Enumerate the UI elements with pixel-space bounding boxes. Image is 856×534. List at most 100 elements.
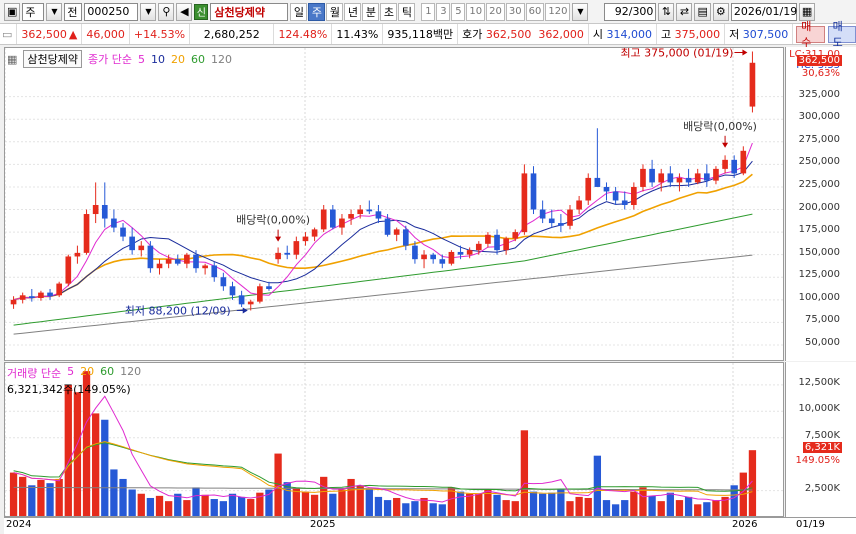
volume-bar <box>110 469 118 516</box>
price-chart-canvas[interactable]: 최고 375,000 (01/19) 최저 88,200 (12/09) 배당락(0… <box>5 48 784 361</box>
candle-body <box>238 295 245 305</box>
gear-icon[interactable]: ⚙ <box>712 2 729 21</box>
candle-body <box>202 265 208 269</box>
price-chart-panel[interactable]: 최고 375,000 (01/19) 최저 88,200 (12/09) 배당락(0… <box>4 47 784 361</box>
sell-button[interactable]: 매도 <box>827 20 856 49</box>
candle-body <box>649 168 655 183</box>
candle-body <box>548 218 555 224</box>
volume-bar <box>411 501 419 516</box>
panel-menu-icon[interactable]: ▦ <box>7 53 17 66</box>
up-arrow-icon: ▲ <box>68 27 78 41</box>
price-tick-label: 250,000 <box>798 156 840 168</box>
ma120-label: 120 <box>211 52 232 66</box>
volume-tick-label: 10,000K <box>798 403 840 415</box>
stock-name: 삼천당제약 <box>210 2 289 21</box>
market-dropdown-icon[interactable]: ▼ <box>46 2 63 21</box>
period-tab[interactable]: 초 <box>380 2 398 21</box>
chart-window-icon[interactable]: ▣ <box>4 2 21 21</box>
tick-button[interactable]: 3 <box>436 2 451 21</box>
stock-code-input[interactable]: 000250 <box>84 2 139 21</box>
candle-body <box>521 173 528 233</box>
price-tick-label: 175,000 <box>798 224 840 236</box>
tick-button[interactable]: 5 <box>451 2 466 21</box>
type-select[interactable]: 전 <box>64 2 83 21</box>
candle-body <box>92 205 99 215</box>
volume-bar <box>466 493 474 516</box>
date-label-2026: 2026 <box>732 519 758 530</box>
tick-button[interactable]: 1 <box>421 2 436 21</box>
candle-body <box>74 252 81 257</box>
code-dropdown-icon[interactable]: ▼ <box>140 2 157 21</box>
candle-body <box>475 243 482 251</box>
volume-bar <box>247 499 255 516</box>
search-icon[interactable]: ⚲ <box>158 2 175 21</box>
period-tab[interactable]: 틱 <box>398 2 416 21</box>
turnover-rate: 11.43% <box>332 24 384 44</box>
fetch-icon[interactable]: ⇅ <box>658 2 675 21</box>
candle-body <box>704 173 710 181</box>
volume-bar <box>456 491 465 516</box>
ma20-label: 20 <box>171 52 185 66</box>
credit-badge: 신 <box>194 3 209 20</box>
high-value: 375,000 <box>674 27 721 41</box>
volume-bar <box>475 493 483 516</box>
volume-bar <box>511 501 519 516</box>
candle-body <box>567 209 573 226</box>
volume-bar <box>684 496 693 516</box>
period-tab[interactable]: 분 <box>362 2 380 21</box>
candle-body <box>366 209 373 212</box>
volume-bar <box>703 502 711 516</box>
candle-body <box>293 241 300 255</box>
tick-button[interactable]: 30 <box>505 2 525 21</box>
period-tab[interactable]: 주 <box>308 2 326 21</box>
tick-button[interactable]: 10 <box>466 2 486 21</box>
candle-body <box>247 301 254 305</box>
volume-bar <box>602 500 611 516</box>
period-tab[interactable]: 월 <box>326 2 344 21</box>
quote-checkbox-icon[interactable]: ▭ <box>0 24 18 44</box>
volume-bar <box>329 493 337 516</box>
volume-bar <box>310 494 319 516</box>
candle-body <box>174 259 181 264</box>
period-tab[interactable]: 일 <box>290 2 308 21</box>
candle-body <box>393 229 400 235</box>
volume-ma5-label: 5 <box>67 365 75 378</box>
open-label: 시 <box>592 28 603 41</box>
sound-icon[interactable]: ◀ <box>176 2 193 21</box>
buy-button[interactable]: 매수 <box>796 20 825 49</box>
volume-bar <box>383 500 392 516</box>
save-icon[interactable]: ▤ <box>694 2 711 21</box>
candle-body <box>421 254 427 260</box>
volume-bar <box>666 492 674 516</box>
period-tab[interactable]: 년 <box>344 2 362 21</box>
tick-button[interactable]: 120 <box>545 2 571 21</box>
price-tick-label: 75,000 <box>805 314 840 326</box>
candle-body <box>558 223 564 226</box>
tick-button[interactable]: 20 <box>486 2 505 21</box>
price-axis: LC:311.00HC:-3.33325,000300,000275,00025… <box>785 47 856 361</box>
volume-ma60-label: 60 <box>100 365 115 378</box>
stock-tab[interactable]: 삼천당제약 <box>23 50 83 68</box>
volume-chart-panel[interactable]: 거래량 단순 5 20 60 120 6,321,342주(149.05%) <box>4 362 784 517</box>
volume-bar <box>621 500 629 516</box>
volume-tick-label: 7,500K <box>804 429 840 441</box>
volume-bar <box>92 413 100 516</box>
tick-button[interactable]: 60 <box>525 2 545 21</box>
candle-body <box>220 277 227 287</box>
volume-bar <box>192 487 200 516</box>
ma60-label: 60 <box>191 52 205 66</box>
candle-body <box>339 218 345 228</box>
tick-dropdown-icon[interactable]: ▼ <box>572 2 589 21</box>
volume-bar <box>146 497 155 516</box>
volume-bar <box>365 489 373 516</box>
date-axis: 2024 2025 2026 01/19 <box>4 517 856 534</box>
candle-body <box>83 214 90 253</box>
candle-body <box>56 283 62 296</box>
bar-count-input[interactable]: 92/300 <box>604 2 657 21</box>
market-select[interactable]: 주 <box>22 2 45 21</box>
high-arrowhead-icon <box>742 49 748 56</box>
date-input[interactable]: 2026/01/19 <box>730 2 797 21</box>
candle-body <box>311 229 318 237</box>
draw-tool-icon[interactable]: ⇄ <box>676 2 693 21</box>
volume-bar <box>292 488 300 516</box>
